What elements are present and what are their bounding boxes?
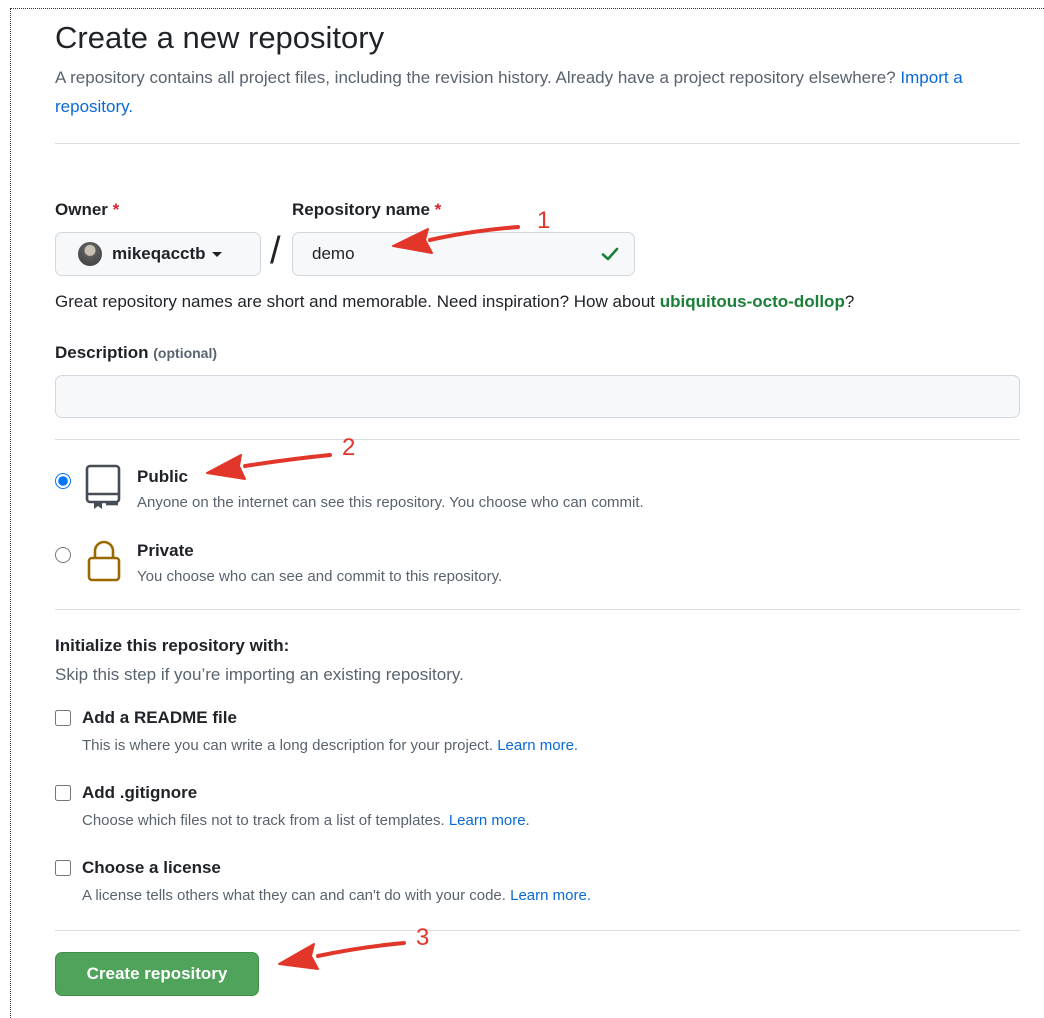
check-icon	[601, 247, 619, 261]
readme-desc: This is where you can write a long descr…	[82, 737, 578, 754]
divider	[55, 609, 1020, 610]
lock-icon	[87, 540, 121, 582]
gitignore-desc-text: Choose which files not to track from a l…	[82, 812, 449, 829]
annotation-label-1: 1	[537, 207, 551, 234]
avatar	[78, 242, 102, 266]
optional-tag: (optional)	[153, 345, 218, 361]
initialize-subtitle: Skip this step if you’re importing an ex…	[55, 665, 464, 684]
license-desc-text: A license tells others what they can and…	[82, 887, 511, 904]
required-mark: *	[434, 200, 442, 219]
divider	[55, 930, 1020, 931]
initialize-title: Initialize this repository with:	[55, 636, 290, 655]
visibility-private-radio[interactable]	[55, 547, 71, 563]
caret-down-icon	[211, 251, 222, 257]
name-suggestion-link[interactable]: ubiquitous-octo-dollop	[660, 292, 845, 311]
annotation-label-2: 2	[342, 434, 356, 461]
repository-name-label: Repository name *	[292, 200, 441, 220]
divider	[55, 143, 1020, 144]
readme-checkbox[interactable]	[55, 710, 71, 726]
repository-name-label-text: Repository name	[292, 200, 430, 219]
gitignore-desc: Choose which files not to track from a l…	[82, 812, 530, 829]
page-title: Create a new repository	[55, 20, 385, 55]
repository-name-input[interactable]	[292, 232, 635, 276]
description-input[interactable]	[55, 375, 1020, 418]
readme-title: Add a README file	[82, 708, 237, 727]
create-repository-button[interactable]: Create repository	[55, 952, 259, 996]
page-description-text: A repository contains all project files,…	[55, 68, 901, 87]
annotation-label-3: 3	[416, 924, 430, 951]
repo-icon	[85, 464, 121, 509]
divider	[55, 439, 1020, 440]
visibility-public-desc: Anyone on the internet can see this repo…	[137, 494, 644, 511]
description-label: Description (optional)	[55, 343, 217, 363]
required-mark: *	[112, 200, 120, 219]
license-checkbox[interactable]	[55, 860, 71, 876]
owner-label: Owner *	[55, 200, 119, 220]
owner-value: mikeqacctb	[112, 244, 206, 263]
gitignore-title: Add .gitignore	[82, 783, 198, 802]
owner-repo-separator: /	[270, 230, 281, 272]
gitignore-checkbox[interactable]	[55, 785, 71, 801]
repository-name-hint: Great repository names are short and mem…	[55, 292, 854, 312]
visibility-public-radio[interactable]	[55, 473, 71, 489]
page-description: A repository contains all project files,…	[55, 63, 985, 121]
hint-suffix: ?	[844, 292, 855, 311]
description-label-text: Description	[55, 343, 149, 362]
license-desc: A license tells others what they can and…	[82, 887, 591, 904]
license-title: Choose a license	[82, 858, 221, 877]
visibility-private-desc: You choose who can see and commit to thi…	[137, 568, 503, 585]
license-learn-more-link[interactable]: Learn more.	[510, 887, 591, 904]
owner-select[interactable]: mikeqacctb	[55, 232, 261, 276]
visibility-public-title: Public	[137, 467, 189, 486]
visibility-private-title: Private	[137, 541, 194, 560]
hint-text: Great repository names are short and mem…	[55, 292, 660, 311]
readme-desc-text: This is where you can write a long descr…	[82, 737, 498, 754]
owner-label-text: Owner	[55, 200, 108, 219]
gitignore-learn-more-link[interactable]: Learn more.	[449, 812, 530, 829]
readme-learn-more-link[interactable]: Learn more.	[497, 737, 578, 754]
